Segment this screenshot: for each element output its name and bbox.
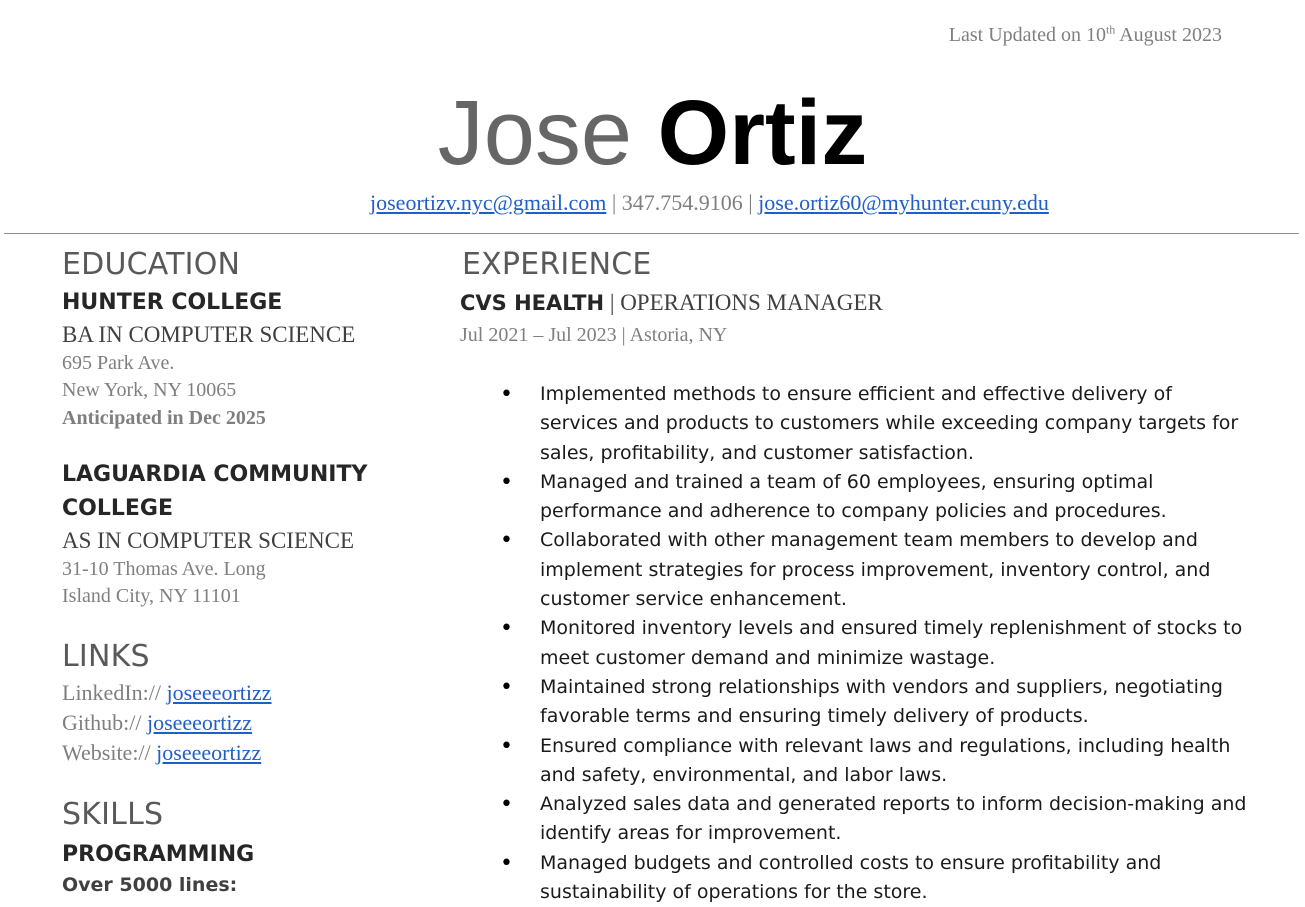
right-column: EXPERIENCE CVS HEALTH | OPERATIONS MANAG…	[460, 246, 1250, 907]
school-address-line: New York, NY 10065	[62, 379, 237, 401]
school-address-line: Island City, NY 11101	[62, 585, 241, 607]
experience-title: EXPERIENCE	[462, 247, 652, 282]
bullet-item: Monitored inventory levels and ensured t…	[460, 614, 1250, 673]
job-entry: CVS HEALTH | OPERATIONS MANAGER Jul 2021…	[460, 286, 1250, 907]
job-title: CVS HEALTH | OPERATIONS MANAGER	[460, 286, 1250, 320]
bullet-item: Analyzed sales data and generated report…	[460, 790, 1250, 849]
last-updated-suffix: August 2023	[1115, 24, 1222, 46]
last-updated-prefix: Last Updated on 10	[948, 24, 1106, 46]
last-name: Ortiz	[657, 82, 868, 184]
education-entry: LAGUARDIA COMMUNITY COLLEGE AS IN COMPUT…	[62, 458, 422, 610]
job-bullets: Implemented methods to ensure efficient …	[460, 380, 1250, 907]
education-title: EDUCATION	[62, 247, 241, 282]
contact-line: joseortizv.nyc@gmail.com | 347.754.9106 …	[370, 190, 1049, 216]
website-link[interactable]: joseeeortizz	[156, 740, 261, 765]
bullet-item: Managed and trained a team of 60 employe…	[460, 468, 1250, 527]
education-entry: HUNTER COLLEGE BA IN COMPUTER SCIENCE 69…	[62, 286, 422, 432]
company-name: CVS HEALTH	[460, 291, 605, 315]
phone-number: 347.754.9106	[621, 190, 743, 215]
link-prefix: Github://	[62, 710, 147, 735]
bullet-item: Implemented methods to ensure efficient …	[460, 380, 1250, 468]
links-list: LinkedIn:// joseeeortizz Github:// josee…	[62, 678, 422, 768]
link-item-github: Github:// joseeeortizz	[62, 708, 422, 738]
job-dates-location: Jul 2021 – Jul 2023 | Astoria, NY	[460, 324, 728, 346]
job-role: OPERATIONS MANAGER	[620, 290, 883, 315]
skills-title: SKILLS	[62, 797, 164, 832]
links-title: LINKS	[62, 639, 150, 674]
contact-separator: |	[742, 190, 759, 215]
candidate-name: Jose Ortiz	[0, 78, 1305, 188]
contact-separator: |	[606, 190, 622, 215]
link-item-website: Website:// joseeeortizz	[62, 738, 422, 768]
bullet-item: Collaborated with other management team …	[460, 526, 1250, 614]
bullet-item: Ensured compliance with relevant laws an…	[460, 732, 1250, 791]
degree: AS IN COMPUTER SCIENCE	[62, 528, 355, 553]
degree: BA IN COMPUTER SCIENCE	[62, 322, 356, 347]
last-updated-sup: th	[1105, 22, 1116, 37]
job-title-separator: |	[604, 290, 621, 315]
first-name: Jose	[437, 82, 633, 184]
school-address-line: 695 Park Ave.	[62, 352, 175, 374]
bullet-item: Maintained strong relationships with ven…	[460, 673, 1250, 732]
skill-subheading: Over 5000 lines:	[62, 874, 238, 896]
link-item-linkedin: LinkedIn:// joseeeortizz	[62, 678, 422, 708]
school-name: LAGUARDIA COMMUNITY COLLEGE	[62, 462, 368, 521]
graduation-note: Anticipated in Dec 2025	[62, 407, 266, 429]
github-link[interactable]: joseeeortizz	[147, 710, 252, 735]
left-column: EDUCATION HUNTER COLLEGE BA IN COMPUTER …	[62, 246, 422, 900]
linkedin-link[interactable]: joseeeortizz	[166, 680, 271, 705]
header-divider	[4, 233, 1299, 234]
skill-category: PROGRAMMING	[62, 842, 255, 867]
link-prefix: Website://	[62, 740, 157, 765]
last-updated: Last Updated on 10th August 2023	[948, 22, 1222, 47]
school-name: HUNTER COLLEGE	[62, 290, 283, 315]
school-email-link[interactable]: jose.ortiz60@myhunter.cuny.edu	[758, 190, 1049, 215]
link-prefix: LinkedIn://	[62, 680, 167, 705]
school-address-line: 31-10 Thomas Ave. Long	[62, 558, 266, 580]
bullet-item: Managed budgets and controlled costs to …	[460, 849, 1250, 907]
personal-email-link[interactable]: joseortizv.nyc@gmail.com	[370, 190, 606, 215]
